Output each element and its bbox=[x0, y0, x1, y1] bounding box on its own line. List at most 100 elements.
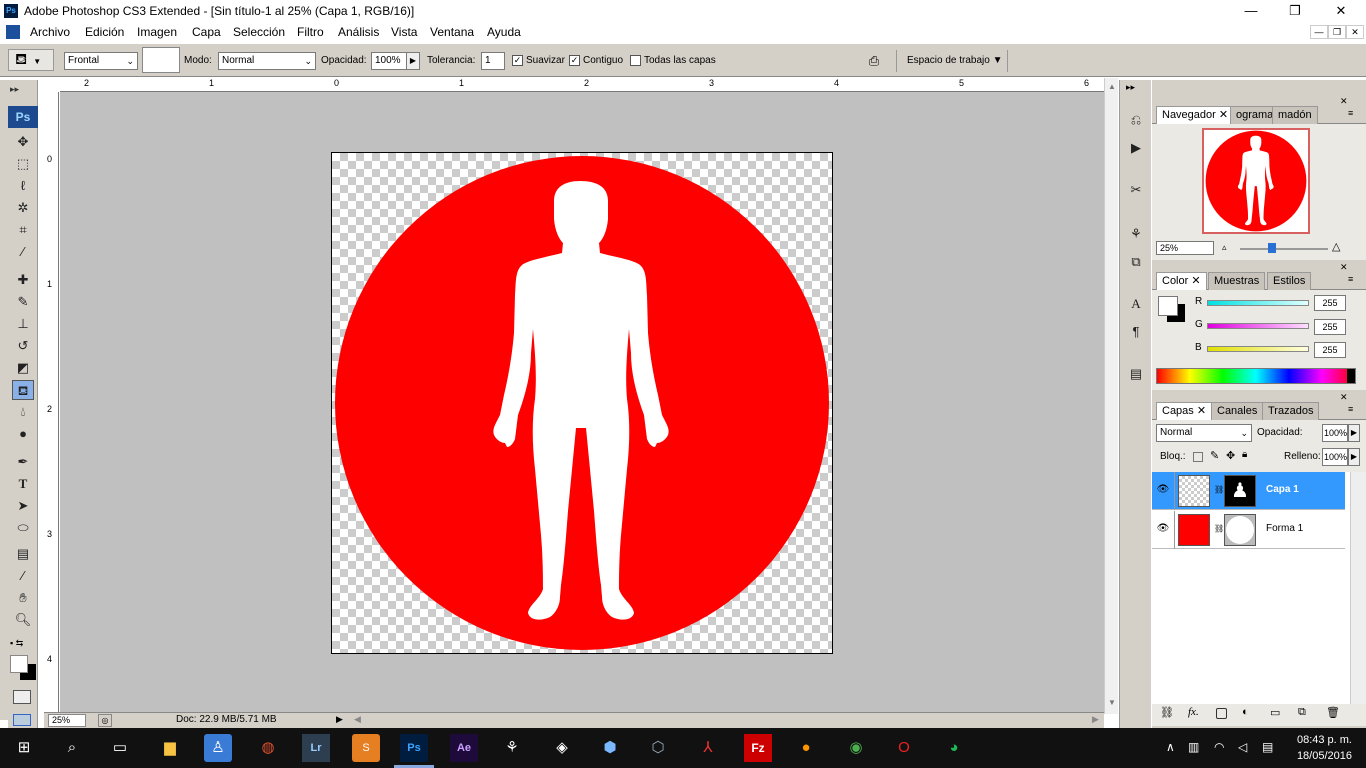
layer-comps-icon[interactable]: ⧉ bbox=[1126, 252, 1146, 272]
channel-b-input[interactable]: 255 bbox=[1314, 342, 1346, 358]
search-icon[interactable]: ⌕ bbox=[58, 734, 86, 762]
navigator-thumbnail[interactable] bbox=[1202, 128, 1310, 234]
menu-filtro[interactable]: Filtro bbox=[297, 25, 324, 39]
volume-icon[interactable]: ◁ bbox=[1238, 740, 1247, 754]
collapse-icon[interactable]: ▸▸ bbox=[10, 84, 19, 95]
start-icon[interactable]: ⊞ bbox=[10, 734, 38, 762]
visibility-eye-icon[interactable]: 👁︎ bbox=[1156, 523, 1170, 537]
panel-menu-icon[interactable]: ≡ bbox=[1348, 404, 1353, 414]
actions-panel-icon[interactable]: ▶ bbox=[1126, 138, 1146, 158]
character-panel-icon[interactable]: A bbox=[1126, 294, 1146, 314]
type-icon[interactable]: T bbox=[12, 474, 34, 494]
opacity-input[interactable]: 100% bbox=[371, 52, 407, 70]
chrome-icon[interactable]: ◉ bbox=[842, 734, 870, 762]
navigator-zoom-input[interactable]: 25% bbox=[1156, 241, 1214, 255]
fill-source-select[interactable]: Frontal ⌄ bbox=[64, 52, 138, 70]
tab-color[interactable]: Color ✕ bbox=[1156, 272, 1207, 290]
zoom-out-icon[interactable]: ▵ bbox=[1222, 242, 1227, 253]
menu-ayuda[interactable]: Ayuda bbox=[487, 25, 521, 39]
clock-date[interactable]: 18/05/2016 bbox=[1290, 750, 1352, 762]
document-canvas[interactable] bbox=[331, 152, 833, 654]
minimize-button[interactable]: — bbox=[1228, 0, 1274, 23]
paragraph-panel-icon[interactable]: ¶ bbox=[1126, 322, 1146, 342]
layer-fill-input[interactable]: 100% bbox=[1322, 448, 1348, 466]
virtualbox-icon[interactable]: ⬡ bbox=[644, 734, 672, 762]
expand-dock-icon[interactable]: ▸▸ bbox=[1126, 82, 1135, 93]
app-icon[interactable]: ⬢ bbox=[596, 734, 624, 762]
trash-icon[interactable]: 🗑︎ bbox=[1326, 706, 1340, 719]
channel-g-slider[interactable] bbox=[1207, 323, 1309, 329]
menu-archivo[interactable]: Archivo bbox=[30, 25, 70, 39]
menu-edicion[interactable]: Edición bbox=[85, 25, 124, 39]
lasso-icon[interactable]: ℓ bbox=[12, 176, 34, 196]
doc-close-button[interactable]: ✕ bbox=[1346, 25, 1364, 39]
mask-icon[interactable] bbox=[1216, 708, 1227, 719]
color-ramp[interactable] bbox=[1156, 368, 1356, 384]
app-icon[interactable]: ◍ bbox=[254, 734, 282, 762]
bridge-icon[interactable]: ⎙ bbox=[862, 50, 886, 72]
hscroll-right-icon[interactable]: ▶ bbox=[1092, 714, 1099, 725]
ellipse-icon[interactable]: ⬭ bbox=[12, 518, 34, 538]
menu-ventana[interactable]: Ventana bbox=[430, 25, 474, 39]
screen-mode-icon[interactable] bbox=[13, 714, 31, 726]
tab-capas[interactable]: Capas ✕ bbox=[1156, 402, 1213, 420]
zoom-icon[interactable]: 🔍︎ bbox=[12, 610, 34, 630]
contiguous-checkbox[interactable]: ✓ bbox=[569, 55, 580, 66]
layer-thumbnail[interactable] bbox=[1178, 475, 1210, 507]
acrobat-icon[interactable]: ⅄ bbox=[694, 734, 722, 762]
scroll-down-icon[interactable]: ▼ bbox=[1108, 698, 1116, 707]
status-info-icon[interactable]: ◎ bbox=[98, 714, 112, 727]
firefox-icon[interactable]: ● bbox=[792, 734, 820, 762]
paint-bucket-icon[interactable]: ⛾ bbox=[12, 380, 34, 400]
notification-icon[interactable]: ▤ bbox=[1262, 740, 1273, 754]
link-icon[interactable]: ⛓ bbox=[1214, 485, 1224, 494]
adjustment-icon[interactable]: ◐ bbox=[1242, 706, 1249, 718]
healing-icon[interactable]: ✚ bbox=[12, 270, 34, 290]
pattern-picker[interactable] bbox=[142, 47, 180, 73]
magic-wand-icon[interactable]: ✲ bbox=[12, 198, 34, 218]
layers-scrollbar[interactable] bbox=[1350, 472, 1366, 704]
opera-icon[interactable]: O bbox=[890, 734, 918, 762]
tab-estilos[interactable]: Estilos bbox=[1267, 272, 1312, 290]
tab-animacion[interactable]: madón bbox=[1272, 106, 1318, 124]
doc-minimize-button[interactable]: — bbox=[1310, 25, 1328, 39]
antialias-checkbox[interactable]: ✓ bbox=[512, 55, 523, 66]
history-brush-icon[interactable]: ↺ bbox=[12, 336, 34, 356]
lock-position-icon[interactable]: ✥ bbox=[1226, 449, 1235, 462]
stamp-icon[interactable]: ⊥ bbox=[12, 314, 34, 334]
photoshop-icon[interactable]: Ps bbox=[400, 734, 428, 762]
lock-transparency-icon[interactable] bbox=[1193, 452, 1203, 462]
lock-all-icon[interactable]: 🔒︎ bbox=[1242, 449, 1247, 460]
tolerance-input[interactable]: 1 bbox=[481, 52, 505, 70]
file-explorer-icon[interactable]: ▆ bbox=[156, 734, 184, 762]
zoom-slider-track[interactable] bbox=[1240, 248, 1328, 250]
app-icon[interactable]: S bbox=[352, 734, 380, 762]
mode-select[interactable]: Normal ⌄ bbox=[218, 52, 316, 70]
document-menu-icon[interactable] bbox=[6, 25, 20, 39]
channel-r-slider[interactable] bbox=[1207, 300, 1309, 306]
channel-b-slider[interactable] bbox=[1207, 346, 1309, 352]
link-icon[interactable]: ⛓ bbox=[1214, 524, 1224, 533]
menu-seleccion[interactable]: Selección bbox=[233, 25, 285, 39]
task-view-icon[interactable]: ▭ bbox=[106, 734, 134, 762]
lock-paint-icon[interactable]: ✎ bbox=[1210, 449, 1219, 462]
history-panel-icon[interactable]: ⎌ bbox=[1126, 110, 1146, 130]
eyedropper-icon[interactable]: ⁄ bbox=[12, 566, 34, 586]
menu-capa[interactable]: Capa bbox=[192, 25, 221, 39]
after-effects-icon[interactable]: Ae bbox=[450, 734, 478, 762]
layer-opacity-input[interactable]: 100% bbox=[1322, 424, 1348, 442]
brush-icon[interactable]: ✎ bbox=[12, 292, 34, 312]
link-icon[interactable]: ⛓ bbox=[1160, 706, 1174, 719]
menu-vista[interactable]: Vista bbox=[391, 25, 417, 39]
spotify-icon[interactable]: ◕ bbox=[940, 734, 968, 762]
hand-icon[interactable]: ✋︎ bbox=[12, 588, 34, 608]
doc-restore-button[interactable]: ❐ bbox=[1328, 25, 1346, 39]
hscroll-left-icon[interactable]: ◀ bbox=[354, 714, 361, 725]
move-icon[interactable]: ✥ bbox=[12, 132, 34, 152]
dodge-icon[interactable]: ● bbox=[12, 424, 34, 444]
layer-fill-slider-button[interactable]: ▶ bbox=[1348, 448, 1360, 466]
marquee-icon[interactable]: ⬚ bbox=[12, 154, 34, 174]
panel-menu-icon[interactable]: ≡ bbox=[1348, 108, 1353, 118]
network-icon[interactable]: ▥ bbox=[1188, 740, 1199, 754]
group-icon[interactable]: ▭ bbox=[1270, 706, 1280, 719]
